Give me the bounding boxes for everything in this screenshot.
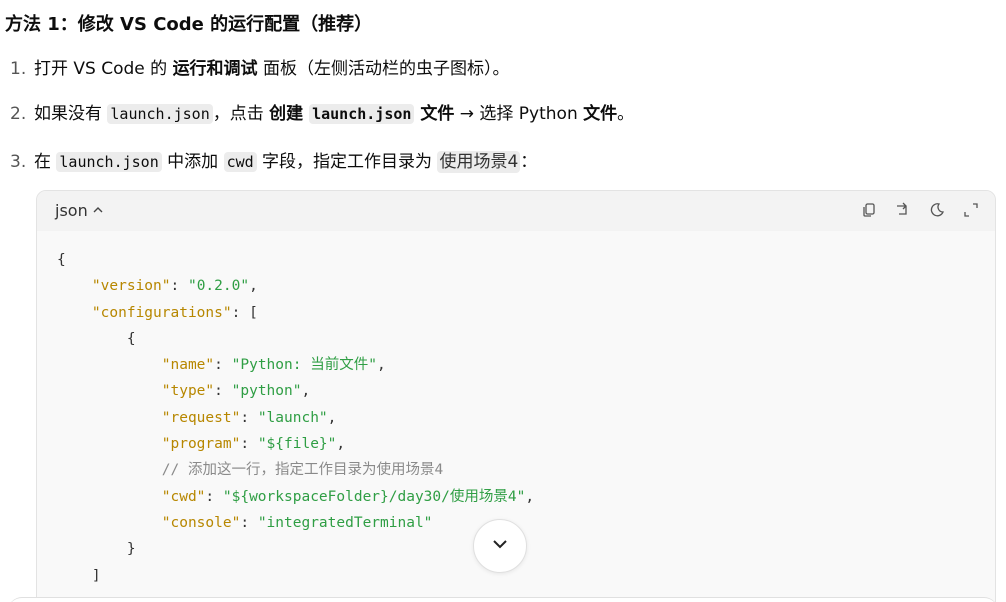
expand-icon[interactable] <box>961 200 981 220</box>
share-icon[interactable] <box>893 200 913 220</box>
step-text: 中添加 <box>161 152 224 172</box>
inline-code: cwd <box>223 152 257 172</box>
code-string: "launch" <box>257 409 328 426</box>
code-string: "python" <box>231 383 302 400</box>
step-text: → 选择 Python <box>454 104 584 124</box>
language-label: json <box>55 201 88 220</box>
code-key: "version" <box>91 278 171 295</box>
highlighted-text: 使用场景4 <box>437 151 521 173</box>
step-number: 1. <box>10 59 27 79</box>
code-key: "type" <box>161 383 215 400</box>
code-block-header: json <box>37 191 995 231</box>
code-key: "program" <box>161 436 241 453</box>
inline-code: launch.json <box>309 104 415 124</box>
step-text: 字段，指定工作目录为 <box>256 152 438 172</box>
code-string: "integratedTerminal" <box>257 514 433 531</box>
section-heading: 方法 1：修改 VS Code 的运行配置（推荐） <box>5 14 373 35</box>
code-line: ] <box>91 567 101 584</box>
step-text: 打开 VS Code 的 <box>34 59 173 79</box>
step-bold-text: 文件 <box>583 104 618 124</box>
step-text: 在 <box>34 152 57 172</box>
page: 方法 1：修改 VS Code 的运行配置（推荐） 1. 打开 VS Code 的… <box>0 0 1006 602</box>
step-bold-text: 运行和调试 <box>172 59 258 79</box>
inline-code: launch.json <box>56 152 162 172</box>
step-bold-text: 文件 <box>414 104 455 124</box>
chat-input-edge <box>8 597 998 602</box>
code-key: "request" <box>161 409 241 426</box>
code-string: "${workspaceFolder}/day30/使用场景4" <box>222 488 526 505</box>
code-key: "configurations" <box>91 304 232 321</box>
scroll-down-button[interactable] <box>473 519 527 573</box>
step-text: ，点击 <box>212 104 270 124</box>
code-toolbar <box>859 200 981 220</box>
chevron-up-icon <box>92 201 104 220</box>
code-content: { "version": "0.2.0", "configurations": … <box>57 252 535 584</box>
chevron-down-icon <box>489 533 511 559</box>
code-line: { <box>126 330 136 347</box>
step-3: 3. 在 launch.json 中添加 cwd 字段，指定工作目录为 使用场景4… <box>10 150 537 174</box>
step-number: 3. <box>10 152 27 172</box>
step-text: 。 <box>617 104 635 124</box>
copy-icon[interactable] <box>859 200 879 220</box>
code-key: "console" <box>161 514 241 531</box>
inline-code: launch.json <box>107 104 213 124</box>
theme-icon[interactable] <box>927 200 947 220</box>
code-string: "0.2.0" <box>187 278 250 295</box>
step-bold-text: 创建 <box>269 104 310 124</box>
code-string: "${file}" <box>257 436 337 453</box>
code-line: { <box>57 252 66 268</box>
step-2: 2. 如果没有 launch.json ，点击 创建 launch.json 文件 … <box>10 102 634 126</box>
step-1: 1. 打开 VS Code 的 运行和调试 面板（左侧活动栏的虫子图标）。 <box>10 57 509 81</box>
step-text: 面板（左侧活动栏的虫子图标）。 <box>257 59 510 79</box>
code-key: "name" <box>161 357 215 374</box>
step-text: ： <box>520 152 538 172</box>
code-line: } <box>126 541 136 558</box>
language-toggle[interactable]: json <box>55 201 104 220</box>
step-number: 2. <box>10 104 27 124</box>
code-string: "Python: 当前文件" <box>231 357 377 374</box>
step-text: 如果没有 <box>34 104 108 124</box>
code-key: "cwd" <box>161 488 206 505</box>
code-comment: // 添加这一行，指定工作目录为使用场景4 <box>161 462 444 479</box>
